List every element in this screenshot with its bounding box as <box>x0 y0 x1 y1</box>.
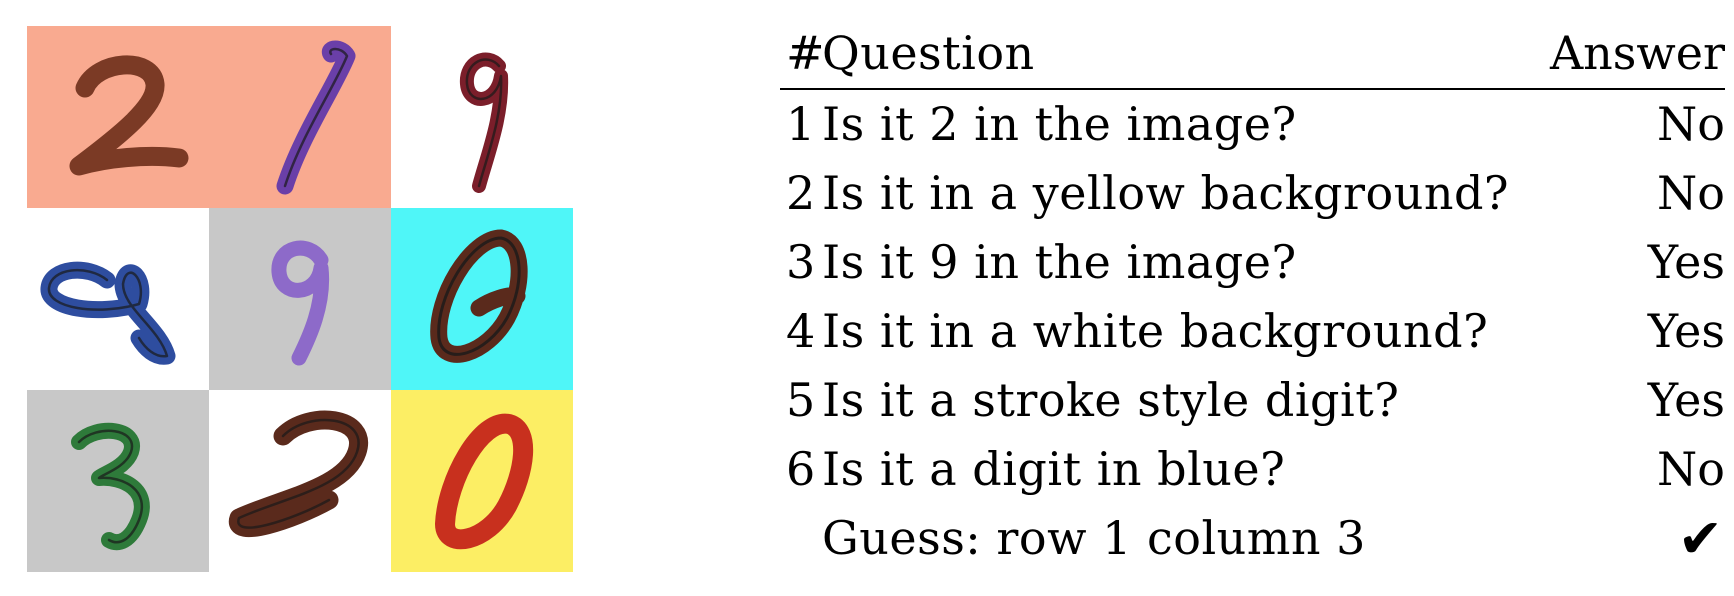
question-table: # Question Answer 1 Is it 2 in the image… <box>780 18 1725 573</box>
digit-2-image <box>27 26 209 208</box>
grid-cell-r1-c3 <box>391 26 573 208</box>
cell-background <box>209 26 391 208</box>
table-row: 1 Is it 2 in the image? No <box>780 90 1725 159</box>
grid-cell-r3-c3 <box>391 390 573 572</box>
header-question: Question <box>822 26 1035 80</box>
row-question: Is it 9 in the image? <box>822 235 1297 289</box>
guess-text: Guess: row 1 column 3 <box>822 511 1366 565</box>
cell-background <box>391 390 573 572</box>
row-answer: Yes <box>1647 235 1725 289</box>
row-question: Is it in a yellow background? <box>822 166 1510 220</box>
digit-1-image <box>209 26 391 208</box>
guess-row: Guess: row 1 column 3 ✔ <box>780 504 1725 573</box>
digit-0-image <box>391 390 573 572</box>
check-icon: ✔ <box>1677 507 1723 570</box>
header-number: # <box>786 26 825 80</box>
row-question: Is it 2 in the image? <box>822 97 1297 151</box>
digit-grid <box>27 26 573 572</box>
grid-cell-r3-c1 <box>27 390 209 572</box>
table-row: 6 Is it a digit in blue? No <box>780 435 1725 504</box>
grid-cell-r3-c2 <box>209 390 391 572</box>
digit-3-image <box>27 390 209 572</box>
table-row: 5 Is it a stroke style digit? Yes <box>780 366 1725 435</box>
grid-cell-r1-c2 <box>209 26 391 208</box>
row-question: Is it a digit in blue? <box>822 442 1286 496</box>
row-number: 4 <box>786 304 816 358</box>
row-number: 2 <box>786 166 816 220</box>
row-number: 1 <box>786 97 816 151</box>
row-answer: Yes <box>1647 373 1725 427</box>
digit-2-image <box>209 390 391 572</box>
row-answer: No <box>1657 97 1725 151</box>
cell-background <box>27 26 209 208</box>
grid-cell-r2-c1 <box>27 208 209 390</box>
table-header: # Question Answer <box>780 18 1725 90</box>
row-number: 6 <box>786 442 816 496</box>
digit-9-image <box>27 208 209 390</box>
digit-9-image <box>209 208 391 390</box>
row-number: 5 <box>786 373 816 427</box>
table-row: 2 Is it in a yellow background? No <box>780 159 1725 228</box>
row-number: 3 <box>786 235 816 289</box>
header-answer: Answer <box>1549 26 1725 80</box>
digit-0-image <box>391 208 573 390</box>
row-question: Is it a stroke style digit? <box>822 373 1400 427</box>
grid-cell-r1-c1 <box>27 26 209 208</box>
grid-cell-r2-c3 <box>391 208 573 390</box>
row-answer: No <box>1657 442 1725 496</box>
row-answer: Yes <box>1647 304 1725 358</box>
grid-cell-r2-c2 <box>209 208 391 390</box>
table-row: 3 Is it 9 in the image? Yes <box>780 228 1725 297</box>
row-answer: No <box>1657 166 1725 220</box>
digit-9-image <box>391 26 573 208</box>
table-row: 4 Is it in a white background? Yes <box>780 297 1725 366</box>
row-question: Is it in a white background? <box>822 304 1489 358</box>
